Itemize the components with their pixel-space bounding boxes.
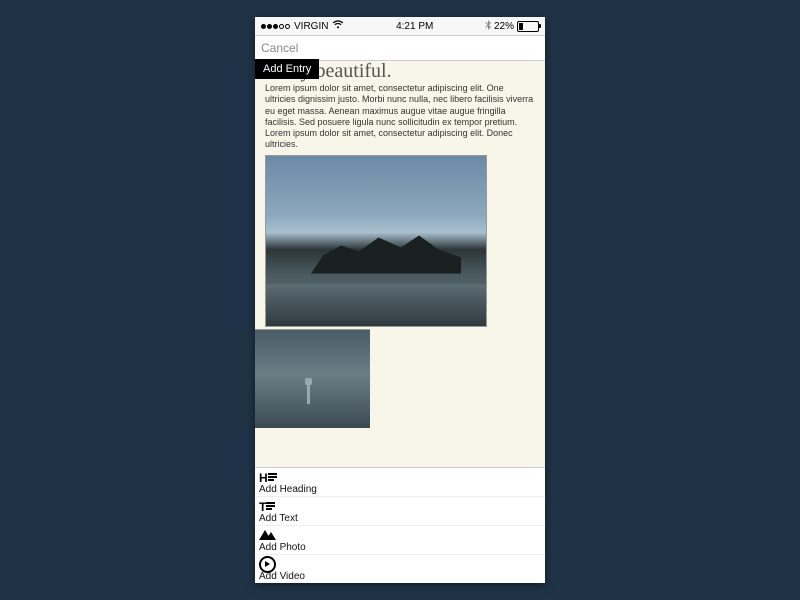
text-icon: T bbox=[259, 498, 541, 512]
add-photo-label: Add Photo bbox=[259, 541, 541, 554]
entry-content[interactable]: really beautiful. Lorem ipsum dolor sit … bbox=[255, 61, 545, 467]
add-text-button[interactable]: T Add Text bbox=[255, 497, 545, 526]
add-photo-button[interactable]: Add Photo bbox=[255, 526, 545, 555]
heading-icon: H bbox=[259, 469, 541, 483]
nav-bar: Cancel bbox=[255, 35, 545, 61]
add-video-label: Add Video bbox=[259, 570, 541, 583]
battery-icon bbox=[517, 21, 539, 32]
add-toolbar: H Add Heading T Add Text Add Photo Add V… bbox=[255, 467, 545, 583]
entry-body-text[interactable]: Lorem ipsum dolor sit amet, consectetur … bbox=[265, 83, 535, 151]
signal-dots-icon bbox=[261, 24, 290, 29]
entry-photo-2[interactable] bbox=[255, 329, 370, 428]
wifi-icon bbox=[332, 20, 344, 32]
status-bar: VIRGIN 4:21 PM 22% bbox=[255, 17, 545, 35]
status-left: VIRGIN bbox=[261, 20, 344, 32]
add-video-button[interactable]: Add Video bbox=[255, 555, 545, 583]
add-text-label: Add Text bbox=[259, 512, 541, 525]
add-heading-label: Add Heading bbox=[259, 483, 541, 496]
battery-label: 22% bbox=[494, 21, 514, 32]
phone-frame: VIRGIN 4:21 PM 22% Cancel Add Entry real… bbox=[255, 17, 545, 583]
carrier-label: VIRGIN bbox=[294, 21, 328, 32]
clock: 4:21 PM bbox=[396, 21, 433, 32]
photo-icon bbox=[259, 527, 541, 541]
cancel-button[interactable]: Cancel bbox=[261, 41, 298, 55]
status-right: 22% bbox=[485, 20, 539, 33]
video-icon bbox=[259, 556, 541, 570]
add-entry-tooltip: Add Entry bbox=[255, 59, 319, 79]
bluetooth-icon bbox=[485, 20, 491, 33]
entry-photo-1[interactable] bbox=[265, 155, 487, 327]
add-heading-button[interactable]: H Add Heading bbox=[255, 468, 545, 497]
